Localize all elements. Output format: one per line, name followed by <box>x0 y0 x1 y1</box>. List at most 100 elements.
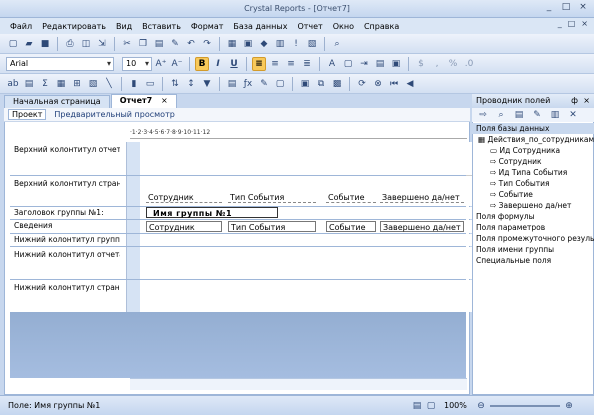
export-icon[interactable]: ⇲ <box>95 37 109 51</box>
print-icon[interactable]: ⎙ <box>63 37 77 51</box>
format-painter-icon[interactable]: ✎ <box>168 37 182 51</box>
tree-database-fields[interactable]: Поля базы данных <box>472 123 594 134</box>
tab-preview[interactable]: Предварительный просмотр <box>54 110 174 119</box>
tree-field-node[interactable]: ⇨ Сотрудник <box>472 156 594 167</box>
font-name-select[interactable]: Arial <box>6 56 114 71</box>
tree-special-fields[interactable]: Специальные поля <box>472 255 594 266</box>
section-handle[interactable] <box>126 280 140 312</box>
close-button[interactable]: × <box>576 2 590 14</box>
stop-icon[interactable]: ⊗ <box>371 77 385 91</box>
section-group-header[interactable]: Заголовок группы №1: Имя группы №1 <box>10 207 477 219</box>
underline-button[interactable]: U <box>227 57 241 71</box>
rename-icon[interactable]: ▥ <box>548 108 562 122</box>
header-field-completed[interactable]: Завершено да/нет <box>380 192 464 203</box>
detail-field-employee[interactable]: Сотрудник <box>146 221 222 232</box>
find-icon[interactable]: ⌕ <box>330 37 344 51</box>
prev-page-icon[interactable]: ◀ <box>403 77 417 91</box>
tree-table-node[interactable]: ▦ Действия_по_сотрудникам <box>472 134 594 145</box>
section-report-header[interactable]: Верхний колонтитул отчет <box>10 142 477 176</box>
section-details[interactable]: Сведения Сотрудник Тип События Событие З… <box>10 220 477 233</box>
detail-field-event[interactable]: Событие <box>326 221 376 232</box>
section-canvas[interactable]: Имя группы №1 <box>140 207 477 219</box>
menu-insert[interactable]: Вставить <box>142 22 181 31</box>
header-field-employee[interactable]: Сотрудник <box>146 192 222 203</box>
section-handle[interactable] <box>126 176 140 206</box>
menu-help[interactable]: Справка <box>364 22 399 31</box>
section-page-header[interactable]: Верхний колонтитул стран Сотрудник Тип С… <box>10 176 477 206</box>
delete-icon[interactable]: ✕ <box>566 108 580 122</box>
template-icon[interactable]: ▢ <box>273 77 287 91</box>
chart-expert-icon[interactable]: ▧ <box>305 37 319 51</box>
open-icon[interactable]: ▰ <box>22 37 36 51</box>
paste-icon[interactable]: ▤ <box>152 37 166 51</box>
database-icon[interactable]: ▣ <box>298 77 312 91</box>
edit-field-icon[interactable]: ✎ <box>530 108 544 122</box>
menu-format[interactable]: Формат <box>191 22 223 31</box>
font-color-icon[interactable]: A <box>325 57 339 71</box>
group-name-field[interactable]: Имя группы №1 <box>146 207 278 218</box>
section-handle[interactable] <box>126 142 140 176</box>
percent-icon[interactable]: % <box>446 57 460 71</box>
preview-icon[interactable]: ◫ <box>79 37 93 51</box>
decimal-icon[interactable]: .0 <box>462 57 476 71</box>
menu-database[interactable]: База данных <box>233 22 287 31</box>
new-icon[interactable]: ▢ <box>6 37 20 51</box>
menu-report[interactable]: Отчет <box>297 22 322 31</box>
section-handle[interactable] <box>126 220 140 233</box>
zoom-out-icon[interactable]: ⊖ <box>474 399 488 413</box>
sort-icon[interactable]: ⇅ <box>168 77 182 91</box>
align-center-icon[interactable]: ≡ <box>268 57 282 71</box>
insert-text-icon[interactable]: ab <box>6 77 20 91</box>
panel-close-icon[interactable]: × <box>583 94 590 107</box>
field-explorer-icon[interactable]: ▦ <box>225 37 239 51</box>
redo-icon[interactable]: ↷ <box>200 37 214 51</box>
highlight-icon[interactable]: ✎ <box>257 77 271 91</box>
tab-start-page[interactable]: Начальная страница <box>4 95 110 108</box>
workbench-icon[interactable]: ! <box>289 37 303 51</box>
menu-window[interactable]: Окно <box>333 22 354 31</box>
decrease-font-icon[interactable]: A⁻ <box>170 57 184 71</box>
minimize-button[interactable]: _ <box>542 2 556 14</box>
section-canvas[interactable] <box>140 247 477 279</box>
undo-icon[interactable]: ↶ <box>184 37 198 51</box>
tab-report7[interactable]: Отчет7 × <box>110 94 177 108</box>
doc-minimize-button[interactable]: _ <box>558 19 562 28</box>
tree-parameter-fields[interactable]: Поля параметров <box>472 222 594 233</box>
insert-line-icon[interactable]: ╲ <box>102 77 116 91</box>
formula-icon[interactable]: ƒx <box>241 77 255 91</box>
zoom-slider[interactable] <box>490 404 560 407</box>
section-canvas[interactable]: Сотрудник Тип События Событие Завершено … <box>140 220 477 233</box>
currency-icon[interactable]: $ <box>414 57 428 71</box>
cut-icon[interactable]: ✂ <box>120 37 134 51</box>
verify-icon[interactable]: ▩ <box>330 77 344 91</box>
tree-group-name-fields[interactable]: Поля имени группы <box>472 244 594 255</box>
doc-close-button[interactable]: × <box>581 19 588 28</box>
tree-running-total-fields[interactable]: Поля промежуточного результ <box>472 233 594 244</box>
refresh-icon[interactable]: ⟳ <box>355 77 369 91</box>
justify-icon[interactable]: ≣ <box>300 57 314 71</box>
tab-close-icon[interactable]: × <box>161 96 168 105</box>
section-canvas[interactable]: Сотрудник Тип События Событие Завершено … <box>140 176 477 206</box>
section-canvas[interactable] <box>140 234 477 246</box>
report-explorer-icon[interactable]: ▣ <box>241 37 255 51</box>
border-icon[interactable]: ▢ <box>341 57 355 71</box>
lock-format-icon[interactable]: ▤ <box>373 57 387 71</box>
section-group-footer[interactable]: Нижний колонтитул групп <box>10 234 477 246</box>
pin-icon[interactable]: ф <box>571 94 578 107</box>
tree-field-node[interactable]: ▭ Ид Сотрудника <box>472 145 594 156</box>
italic-button[interactable]: I <box>211 57 225 71</box>
section-handle[interactable] <box>126 207 140 219</box>
tab-design[interactable]: Проект <box>8 109 47 120</box>
view-normal-icon[interactable]: ▤ <box>410 399 424 413</box>
insert-summary-icon[interactable]: Σ <box>38 77 52 91</box>
insert-crosstab-icon[interactable]: ▦ <box>54 77 68 91</box>
browse-icon[interactable]: ⌕ <box>494 108 508 122</box>
insert-picture-icon[interactable]: ▧ <box>86 77 100 91</box>
align-left-icon[interactable]: ≡ <box>252 56 266 71</box>
section-handle[interactable] <box>126 247 140 279</box>
section-expert-icon[interactable]: ▤ <box>225 77 239 91</box>
first-page-icon[interactable]: ⏮ <box>387 77 401 91</box>
insert-subreport-icon[interactable]: ⊞ <box>70 77 84 91</box>
copy-icon[interactable]: ❐ <box>136 37 150 51</box>
insert-chart-icon[interactable]: ▮ <box>127 77 141 91</box>
